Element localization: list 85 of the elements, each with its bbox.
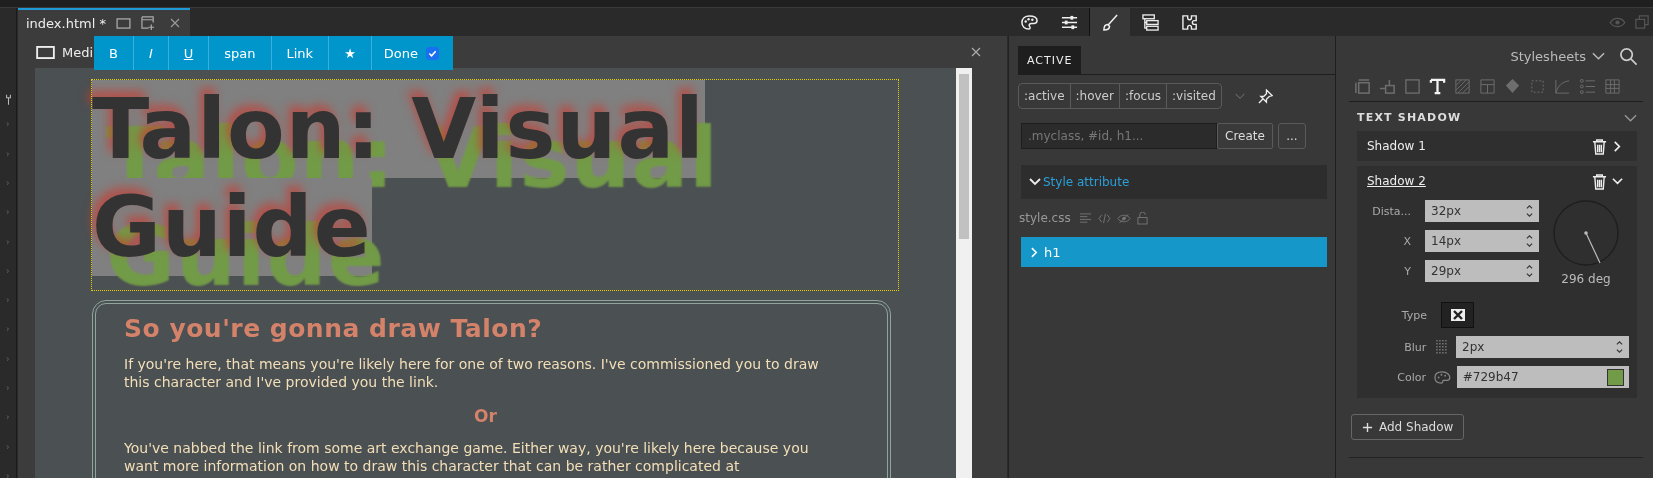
spinner-icon[interactable] — [1525, 204, 1534, 218]
brush-tab[interactable] — [1089, 8, 1130, 36]
hidden-icon[interactable] — [1116, 212, 1131, 224]
field-label: Type — [1400, 308, 1427, 322]
fill-section-tab[interactable] — [1504, 78, 1521, 95]
selector-input[interactable]: .myclass, #id, h1... — [1021, 123, 1217, 149]
sliders-icon — [1059, 13, 1079, 31]
style-attribute-header[interactable]: Style attribute — [1021, 165, 1327, 199]
copy-icon[interactable] — [1635, 15, 1649, 29]
align-icon[interactable] — [1078, 212, 1092, 224]
chevron-down-icon — [1592, 52, 1605, 60]
number-field[interactable]: 2px — [1456, 336, 1629, 358]
eye-icon[interactable] — [1609, 16, 1626, 28]
corners-section-tab[interactable] — [1529, 78, 1546, 95]
document-tab[interactable]: index.html * — [18, 8, 190, 36]
close-icon[interactable] — [170, 18, 180, 28]
field-label: Color — [1396, 370, 1426, 384]
field-label: Blur — [1403, 340, 1427, 354]
pseudo-class-button[interactable]: :focus — [1119, 84, 1168, 108]
layout-section-tab[interactable] — [1479, 78, 1496, 95]
chevron-right-icon — [1031, 246, 1038, 258]
angle-dial[interactable] — [1553, 200, 1619, 266]
color-swatch[interactable] — [1607, 368, 1624, 386]
plus-icon — [1362, 421, 1373, 433]
tab-title: index.html * — [26, 15, 106, 31]
pin-icon[interactable] — [1257, 88, 1273, 104]
paragraph: If you're here, that means you're likely here for one of two reasons. I've commissioned you to draw this character and I've provided you the link. — [124, 355, 820, 391]
chevron-right-icon[interactable] — [1612, 140, 1623, 152]
chevron-down-icon[interactable] — [1612, 175, 1623, 187]
shadow-name[interactable]: Shadow 1 — [1367, 139, 1426, 153]
number-field[interactable]: 29px — [1425, 260, 1539, 282]
more-button[interactable]: ... — [1277, 123, 1306, 149]
field-label: Dista... — [1371, 204, 1411, 218]
pseudo-class-button[interactable]: :hover — [1070, 84, 1120, 108]
curve-section-tab[interactable] — [1554, 78, 1571, 95]
spinner-icon[interactable] — [1525, 264, 1534, 278]
list-section-tab[interactable] — [1579, 78, 1596, 95]
chevron-icon[interactable] — [6, 473, 10, 478]
pseudo-class-button[interactable]: :active — [1019, 84, 1071, 108]
field-label: X — [1402, 234, 1411, 248]
angle-value: 296 deg — [1561, 272, 1611, 286]
device-icon[interactable] — [36, 45, 55, 59]
brush-icon — [1100, 13, 1120, 31]
code-icon[interactable] — [1097, 212, 1111, 224]
pseudo-class-button[interactable]: :visited — [1167, 84, 1221, 108]
stylesheets-dropdown[interactable]: Stylesheets — [1510, 48, 1605, 64]
border-section-tab[interactable] — [1404, 78, 1421, 95]
create-button[interactable]: Create — [1217, 123, 1273, 149]
number-field[interactable]: 32px — [1425, 200, 1539, 222]
paragraph: You've nabbed the link from some art exchange game. Either way, you're likely here because you want more information on how to draw this character that can be rather complicated at — [124, 439, 810, 475]
palette-icon — [1019, 13, 1039, 31]
spinner-icon[interactable] — [1615, 340, 1624, 354]
divider-text: Or — [473, 407, 498, 425]
spinner-icon[interactable] — [1525, 234, 1534, 248]
close-icon[interactable] — [971, 47, 981, 57]
shadow-type-button[interactable] — [1441, 302, 1474, 328]
scrollbar[interactable] — [956, 68, 972, 478]
search-icon[interactable] — [1619, 46, 1638, 66]
text-section-tab[interactable] — [1429, 78, 1446, 95]
window-icon[interactable] — [115, 17, 131, 29]
checkbox[interactable] — [426, 46, 439, 60]
media-label: Medi — [62, 44, 94, 60]
section-label: Style attribute — [1043, 175, 1130, 189]
number-field[interactable]: 14px — [1425, 230, 1539, 252]
shadow-name[interactable]: Shadow 2 — [1367, 174, 1426, 188]
size-section-tab[interactable] — [1354, 78, 1371, 95]
new-window-icon[interactable] — [140, 15, 156, 31]
background-section-tab[interactable] — [1454, 78, 1471, 95]
trash-icon[interactable] — [1592, 137, 1607, 155]
field-label: Y — [1403, 264, 1411, 278]
trash-icon[interactable] — [1592, 172, 1607, 190]
color-field[interactable]: #729b47 — [1456, 366, 1629, 388]
palette-icon — [1434, 370, 1451, 384]
state-tab[interactable]: ACTIVE — [1018, 46, 1082, 74]
tree-icon — [1140, 13, 1160, 31]
grid-section-tab[interactable] — [1604, 78, 1621, 95]
card-heading: So you're gonna draw Talon? — [124, 314, 544, 343]
cross-box-icon — [1449, 308, 1466, 322]
section-title: TEXT SHADOW — [1357, 111, 1462, 124]
stylesheet-name: style.css — [1019, 211, 1071, 225]
position-section-tab[interactable] — [1379, 78, 1396, 95]
puzzle-icon — [1180, 13, 1200, 31]
wrench-icon[interactable] — [3, 94, 13, 106]
lock-icon[interactable] — [1136, 211, 1148, 225]
add-shadow-button[interactable]: Add Shadow — [1351, 414, 1465, 440]
